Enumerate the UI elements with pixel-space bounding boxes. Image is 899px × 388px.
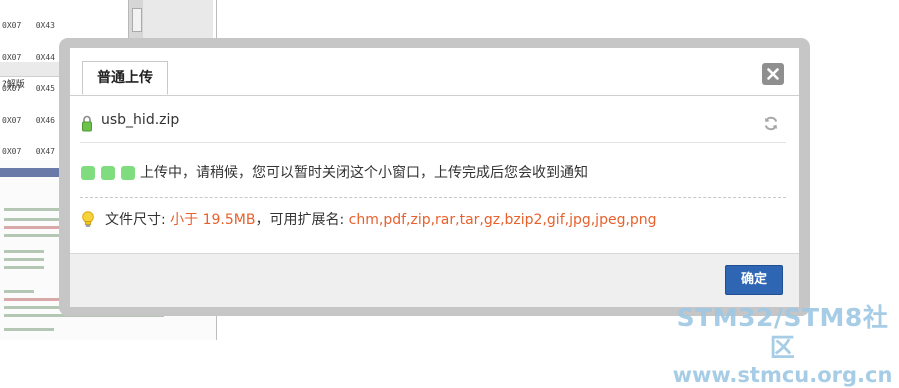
watermark-line1: STM32/STM8社区	[676, 303, 889, 362]
refresh-icon[interactable]	[763, 116, 779, 131]
background-toolbar-label: ?解版	[2, 80, 25, 90]
hex-row: 0X07 0X46	[2, 115, 55, 125]
file-name: usb_hid.zip	[101, 112, 180, 128]
ext-label: ，可用扩展名:	[255, 212, 349, 228]
tab-normal-upload[interactable]: 普通上传	[82, 61, 168, 95]
scrollbar-thumb[interactable]	[132, 8, 142, 32]
divider	[80, 142, 786, 143]
code-line	[4, 328, 54, 331]
code-line	[4, 266, 44, 269]
hex-row: 0X07 0X47	[2, 147, 55, 156]
close-button[interactable]	[762, 63, 784, 85]
progress-dot	[81, 166, 95, 180]
code-line	[4, 258, 44, 261]
site-watermark: STM32/STM8社区 www.stmcu.org.cn	[666, 303, 899, 388]
status-text: 上传中，请稍候，您可以暂时关闭这个小窗口，上传完成后您会收到通知	[140, 165, 588, 181]
dialog-tabbar: 普通上传	[70, 48, 799, 96]
code-line	[4, 250, 44, 253]
dialog-footer: 确定	[70, 253, 799, 307]
code-line	[4, 290, 34, 293]
watermark-line2: www.stmcu.org.cn	[672, 363, 893, 387]
size-label: 文件尺寸:	[105, 212, 171, 228]
code-line	[4, 208, 64, 211]
bulb-icon	[82, 211, 94, 227]
lock-icon	[82, 115, 92, 132]
hex-row: 0X07 0X43	[2, 21, 55, 30]
close-icon	[767, 68, 779, 80]
ext-value: chm,pdf,zip,rar,tar,gz,bzip2,gif,jpg,jpe…	[348, 212, 657, 228]
limits-text: 文件尺寸: 小于 19.5MB，可用扩展名: chm,pdf,zip,rar,t…	[105, 210, 657, 230]
progress-dot	[101, 166, 115, 180]
dashed-divider	[80, 197, 786, 198]
confirm-button[interactable]: 确定	[725, 265, 783, 295]
progress-dot	[121, 166, 135, 180]
upload-dialog: 普通上传 usb_hid.zip 上传中，请稍候，您可以暂时关闭这个小窗口，上传…	[70, 48, 799, 307]
size-value: 小于 19.5MB	[170, 212, 256, 228]
file-row: usb_hid.zip	[70, 96, 799, 142]
